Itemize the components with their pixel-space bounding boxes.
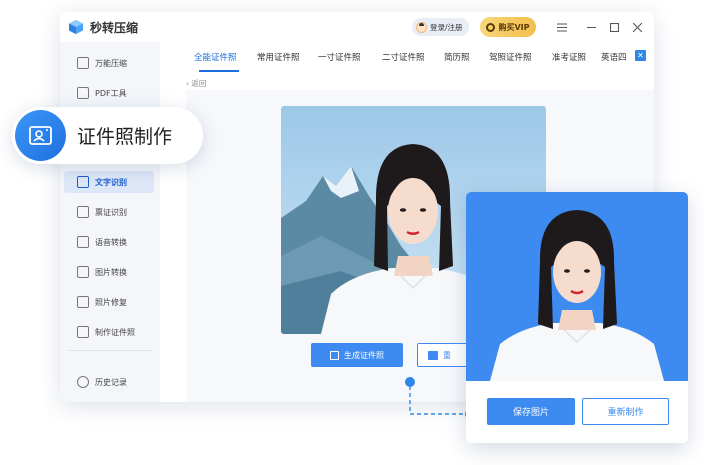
clock-icon [77, 376, 89, 388]
image-icon [428, 350, 438, 360]
close-icon[interactable] [628, 18, 646, 36]
active-tab-indicator [199, 70, 239, 72]
pdf-icon [77, 87, 89, 99]
sidebar-item-history[interactable]: 历史记录 [64, 371, 154, 393]
sidebar-item-label: 文字识别 [95, 177, 127, 187]
tab-all-id-photo[interactable]: 全能证件照 [194, 51, 237, 63]
sidebar-item-image-convert[interactable]: 图片转换 [64, 261, 154, 283]
sidebar-item-label: 票证识别 [95, 207, 127, 217]
sidebar-divider [68, 350, 152, 351]
tab-close-icon[interactable]: ✕ [635, 50, 646, 61]
audio-icon [77, 236, 89, 248]
redo-button[interactable]: 重新制作 [582, 398, 669, 425]
save-image-button[interactable]: 保存图片 [487, 398, 575, 425]
id-card-icon-circle [15, 110, 66, 161]
login-label: 登录/注册 [430, 22, 463, 32]
tab-one-inch[interactable]: 一寸证件照 [318, 51, 361, 63]
maximize-icon[interactable] [605, 18, 623, 36]
tab-common-id-photo[interactable]: 常用证件照 [257, 51, 300, 63]
tab-resume-photo[interactable]: 简历照 [444, 51, 470, 63]
tab-exam-ticket[interactable]: 准考证照 [552, 51, 586, 63]
sidebar-item-id-photo[interactable]: 制作证件照 [64, 321, 154, 343]
sidebar-item-label: PDF工具 [95, 88, 127, 98]
id-card-icon [29, 126, 52, 145]
back-link[interactable]: ‹ 返回 [186, 78, 206, 89]
tab-cet4[interactable]: 英语四 [601, 51, 627, 63]
sidebar: 万能压缩 PDF工具 文字识别 票证识别 语音转换 图片转换 照片修复 制作证件… [60, 42, 160, 402]
sidebar-item-label: 语音转换 [95, 237, 127, 247]
photo-repair-icon [77, 296, 89, 308]
tab-driver-license[interactable]: 驾照证件照 [489, 51, 532, 63]
sidebar-item-label: 历史记录 [95, 377, 127, 387]
ticket-scan-icon [77, 206, 89, 218]
sidebar-item-audio[interactable]: 语音转换 [64, 231, 154, 253]
menu-icon[interactable] [553, 18, 571, 36]
sidebar-item-photo-repair[interactable]: 照片修复 [64, 291, 154, 313]
archive-icon [77, 57, 89, 69]
app-title: 秒转压缩 [90, 21, 139, 35]
generate-label: 生成证件照 [344, 350, 384, 360]
login-button[interactable]: 登录/注册 [412, 18, 469, 36]
sidebar-item-label: 制作证件照 [95, 327, 135, 337]
sidebar-item-ticket-ocr[interactable]: 票证识别 [64, 201, 154, 223]
sidebar-item-ocr[interactable]: 文字识别 [64, 171, 154, 193]
id-photo-icon [77, 326, 89, 338]
secondary-label: 重 [443, 350, 451, 360]
sidebar-item-label: 万能压缩 [95, 58, 127, 68]
app-logo-icon [69, 20, 83, 34]
back-label: 返回 [191, 79, 207, 88]
feature-pill: 证件照制作 [12, 107, 203, 164]
avatar-icon [416, 21, 427, 33]
sidebar-item-pdf[interactable]: PDF工具 [64, 82, 154, 104]
generate-icon [330, 350, 339, 360]
feature-pill-label: 证件照制作 [77, 126, 173, 148]
vip-coin-icon [486, 22, 496, 32]
text-scan-icon [77, 176, 89, 188]
tab-two-inch[interactable]: 二寸证件照 [382, 51, 425, 63]
buy-vip-button[interactable]: 购买VIP [480, 17, 536, 37]
result-card: 保存图片 重新制作 [466, 192, 688, 443]
image-convert-icon [77, 266, 89, 278]
vip-label: 购买VIP [498, 22, 530, 32]
sidebar-item-label: 图片转换 [95, 267, 127, 277]
sidebar-item-label: 照片修复 [95, 297, 127, 307]
sidebar-item-compress[interactable]: 万能压缩 [64, 52, 154, 74]
generate-id-photo-button[interactable]: 生成证件照 [311, 343, 403, 367]
minimize-icon[interactable] [582, 18, 600, 36]
title-bar: 秒转压缩 登录/注册 购买VIP [60, 12, 654, 42]
result-photo [466, 192, 688, 381]
